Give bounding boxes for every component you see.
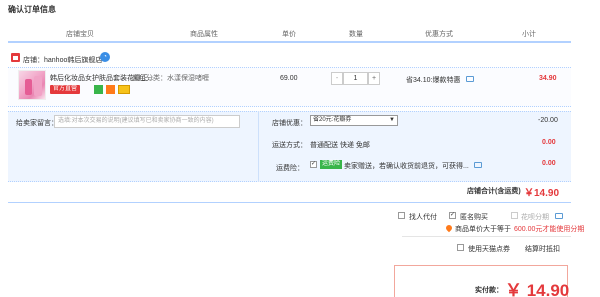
product-attribute: 颜色分类：水漾保湿啫喱 bbox=[132, 75, 209, 82]
installment-label[interactable]: 花呗分期 bbox=[521, 212, 549, 222]
store-name[interactable]: 店铺：hanhoo韩后旗舰店 bbox=[23, 55, 102, 65]
official-store-badge: 官方直营 bbox=[50, 85, 81, 94]
shipping-method: 普通配送 快递 免邮 bbox=[310, 142, 370, 149]
pay-for-others-label[interactable]: 找人代付 bbox=[409, 212, 437, 222]
installment-note: 商品单价大于等于 bbox=[455, 226, 511, 233]
col-header-qty: 数量 bbox=[349, 31, 363, 38]
seller-message-label: 给卖家留言： bbox=[16, 120, 58, 127]
col-header-store-item: 店铺宝贝 bbox=[66, 31, 94, 38]
item-subtotal: 34.90 bbox=[539, 75, 557, 82]
options-divider bbox=[258, 111, 259, 182]
tmall-coupon-label[interactable]: 使用天猫点券 bbox=[468, 244, 510, 254]
col-header-unit-price: 单价 bbox=[282, 31, 296, 38]
shop-discount-select[interactable]: 省20元:花瓣券 ▼ bbox=[310, 115, 398, 126]
dropdown-arrow-icon: ▼ bbox=[389, 117, 395, 123]
header-divider bbox=[8, 41, 571, 43]
shipping-insurance-price: 0.00 bbox=[542, 160, 556, 167]
col-header-attrs: 商品属性 bbox=[190, 31, 218, 38]
shipping-insurance-badge: 运费险 bbox=[320, 160, 343, 169]
installment-threshold: 600.00元才能使用分期 bbox=[514, 226, 585, 233]
unit-price: 69.00 bbox=[280, 75, 298, 82]
shipping-insurance-checkbox[interactable]: ✓ bbox=[310, 161, 317, 168]
tmall-coupon-checkbox[interactable] bbox=[457, 244, 464, 251]
payment-label: 实付款： bbox=[475, 287, 503, 294]
credit-card-icon bbox=[118, 85, 130, 94]
seller-message-input[interactable]: 选填:对本次交易的说明(建议填写已和卖家协商一致的内容) bbox=[54, 115, 240, 128]
payment-amount: ￥ 14.90 bbox=[505, 281, 570, 297]
store-total-label: 店铺合计(含运费) bbox=[467, 188, 521, 195]
store-icon bbox=[11, 53, 20, 62]
qty-decrement-button[interactable]: - bbox=[331, 72, 343, 85]
shipping-label: 运送方式： bbox=[272, 142, 307, 149]
shop-discount-label: 店铺优惠： bbox=[272, 120, 307, 127]
location-pin-icon bbox=[444, 223, 454, 233]
installment-checkbox[interactable] bbox=[511, 212, 518, 219]
coupon-divider bbox=[402, 236, 571, 237]
installment-info-icon[interactable] bbox=[555, 213, 563, 219]
shop-discount-value: 省20元:花瓣券 bbox=[313, 117, 352, 123]
promo-info-icon[interactable] bbox=[466, 76, 474, 82]
settle-deduct-link[interactable]: 结算时抵扣 bbox=[525, 244, 560, 254]
guarantee-icon bbox=[106, 85, 115, 94]
shipping-price: 0.00 bbox=[542, 139, 556, 146]
store-total-amount: ￥14.90 bbox=[524, 188, 560, 199]
quantity-input[interactable]: 1 bbox=[343, 72, 368, 85]
shop-discount-amount: -20.00 bbox=[538, 117, 558, 124]
summary-divider bbox=[8, 202, 571, 203]
page-title: 确认订单信息 bbox=[8, 5, 56, 14]
anonymous-purchase-checkbox[interactable]: ✓ bbox=[449, 212, 456, 219]
seven-day-return-icon bbox=[94, 85, 103, 94]
insurance-info-icon[interactable] bbox=[474, 162, 482, 168]
wangwang-icon[interactable]: ◔ bbox=[100, 52, 110, 62]
col-header-subtotal: 小计 bbox=[522, 31, 536, 38]
col-header-promo: 优惠方式 bbox=[425, 31, 453, 38]
pay-for-others-checkbox[interactable] bbox=[398, 212, 405, 219]
qty-increment-button[interactable]: + bbox=[368, 72, 380, 85]
item-promotion: 省34.10:爆款特惠 bbox=[406, 77, 461, 84]
product-thumbnail[interactable] bbox=[18, 70, 46, 100]
anonymous-purchase-label[interactable]: 匿名购买 bbox=[460, 212, 488, 222]
shipping-insurance-label: 运费险： bbox=[276, 165, 304, 172]
shipping-insurance-text: 卖家赠送，若确认收货前退货，可获得... bbox=[344, 163, 469, 170]
